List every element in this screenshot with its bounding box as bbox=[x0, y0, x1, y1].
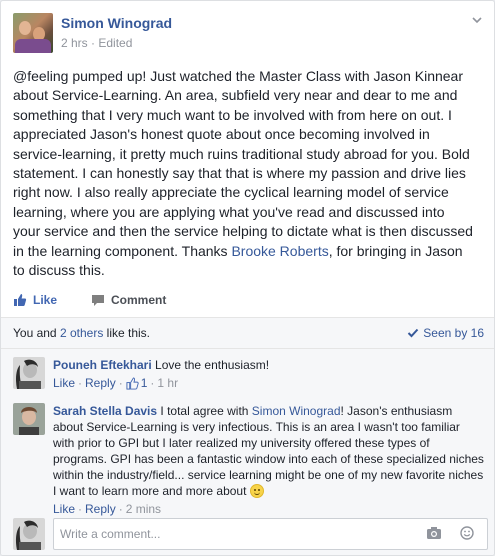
comment-text-start: I total agree with bbox=[160, 404, 252, 418]
comment-like-link[interactable]: Like bbox=[53, 501, 75, 517]
comment-composer: Write a comment... bbox=[13, 518, 488, 550]
like-button[interactable]: Like bbox=[13, 293, 57, 307]
comment-label: Comment bbox=[111, 293, 167, 307]
feedback-section: You and 2 others like this. Seen by 16 P… bbox=[1, 317, 494, 555]
chevron-down-icon[interactable] bbox=[470, 13, 484, 27]
comment-like-link[interactable]: Like bbox=[53, 375, 75, 391]
author-name[interactable]: Simon Winograd bbox=[61, 15, 172, 31]
comment-item: Sarah Stella Davis I total agree with Si… bbox=[1, 395, 494, 517]
likes-suffix: like this. bbox=[103, 326, 150, 340]
comment-like-count[interactable]: 1 bbox=[141, 375, 148, 391]
comment-text-end: ! Jason's enthusiasm about Service-Learn… bbox=[53, 404, 484, 498]
viewer-avatar[interactable] bbox=[13, 518, 45, 550]
camera-icon[interactable] bbox=[426, 526, 442, 540]
like-label: Like bbox=[33, 293, 58, 307]
comment-meta: Like · Reply · 1 · 1 hr bbox=[53, 375, 179, 391]
post-header: Simon Winograd 2 hrs · Edited bbox=[1, 1, 494, 59]
commenter-name[interactable]: Sarah Stella Davis bbox=[53, 404, 157, 418]
post-text-main: @feeling pumped up! Just watched the Mas… bbox=[13, 68, 473, 259]
comment-mention-link[interactable]: Simon Winograd bbox=[252, 404, 341, 418]
likes-summary: You and 2 others like this. Seen by 16 bbox=[1, 318, 494, 349]
emoji-picker-icon[interactable] bbox=[460, 526, 474, 540]
comment-reply-link[interactable]: Reply bbox=[85, 501, 116, 517]
post-time[interactable]: 2 hrs bbox=[61, 36, 88, 50]
post-meta: 2 hrs · Edited bbox=[61, 36, 132, 50]
seen-by[interactable]: Seen by 16 bbox=[407, 326, 484, 340]
comment-text: Love the enthusiasm! bbox=[155, 358, 270, 372]
commenter-avatar[interactable] bbox=[13, 357, 45, 389]
post-card: Simon Winograd 2 hrs · Edited @feeling p… bbox=[0, 0, 495, 556]
comment-item: Pouneh Eftekhari Love the enthusiasm! Li… bbox=[1, 349, 494, 395]
comment-icon bbox=[92, 295, 105, 306]
comment-input[interactable]: Write a comment... bbox=[53, 518, 488, 550]
thumbs-up-icon bbox=[14, 294, 27, 306]
post-body: @feeling pumped up! Just watched the Mas… bbox=[1, 59, 486, 280]
edited-label[interactable]: Edited bbox=[98, 36, 132, 50]
smiley-emoji-icon bbox=[249, 484, 264, 498]
thumbs-up-icon bbox=[126, 376, 139, 390]
mention-link[interactable]: Brooke Roberts bbox=[231, 243, 328, 259]
comment-time[interactable]: 2 mins bbox=[126, 501, 161, 517]
comment-time[interactable]: 1 hr bbox=[157, 375, 178, 391]
commenter-avatar[interactable] bbox=[13, 403, 45, 435]
post-actions: Like Comment bbox=[13, 288, 200, 312]
comment-reply-link[interactable]: Reply bbox=[85, 375, 116, 391]
checkmark-icon bbox=[408, 328, 419, 338]
meta-separator: · bbox=[91, 36, 96, 50]
comment-button[interactable]: Comment bbox=[91, 293, 166, 307]
likes-prefix: You and bbox=[13, 326, 60, 340]
author-avatar[interactable] bbox=[13, 13, 53, 53]
commenter-name[interactable]: Pouneh Eftekhari bbox=[53, 358, 152, 372]
comment-meta: Like · Reply · 2 mins bbox=[53, 501, 162, 517]
others-link[interactable]: 2 others bbox=[60, 326, 103, 340]
seen-by-label: Seen by 16 bbox=[423, 326, 484, 340]
